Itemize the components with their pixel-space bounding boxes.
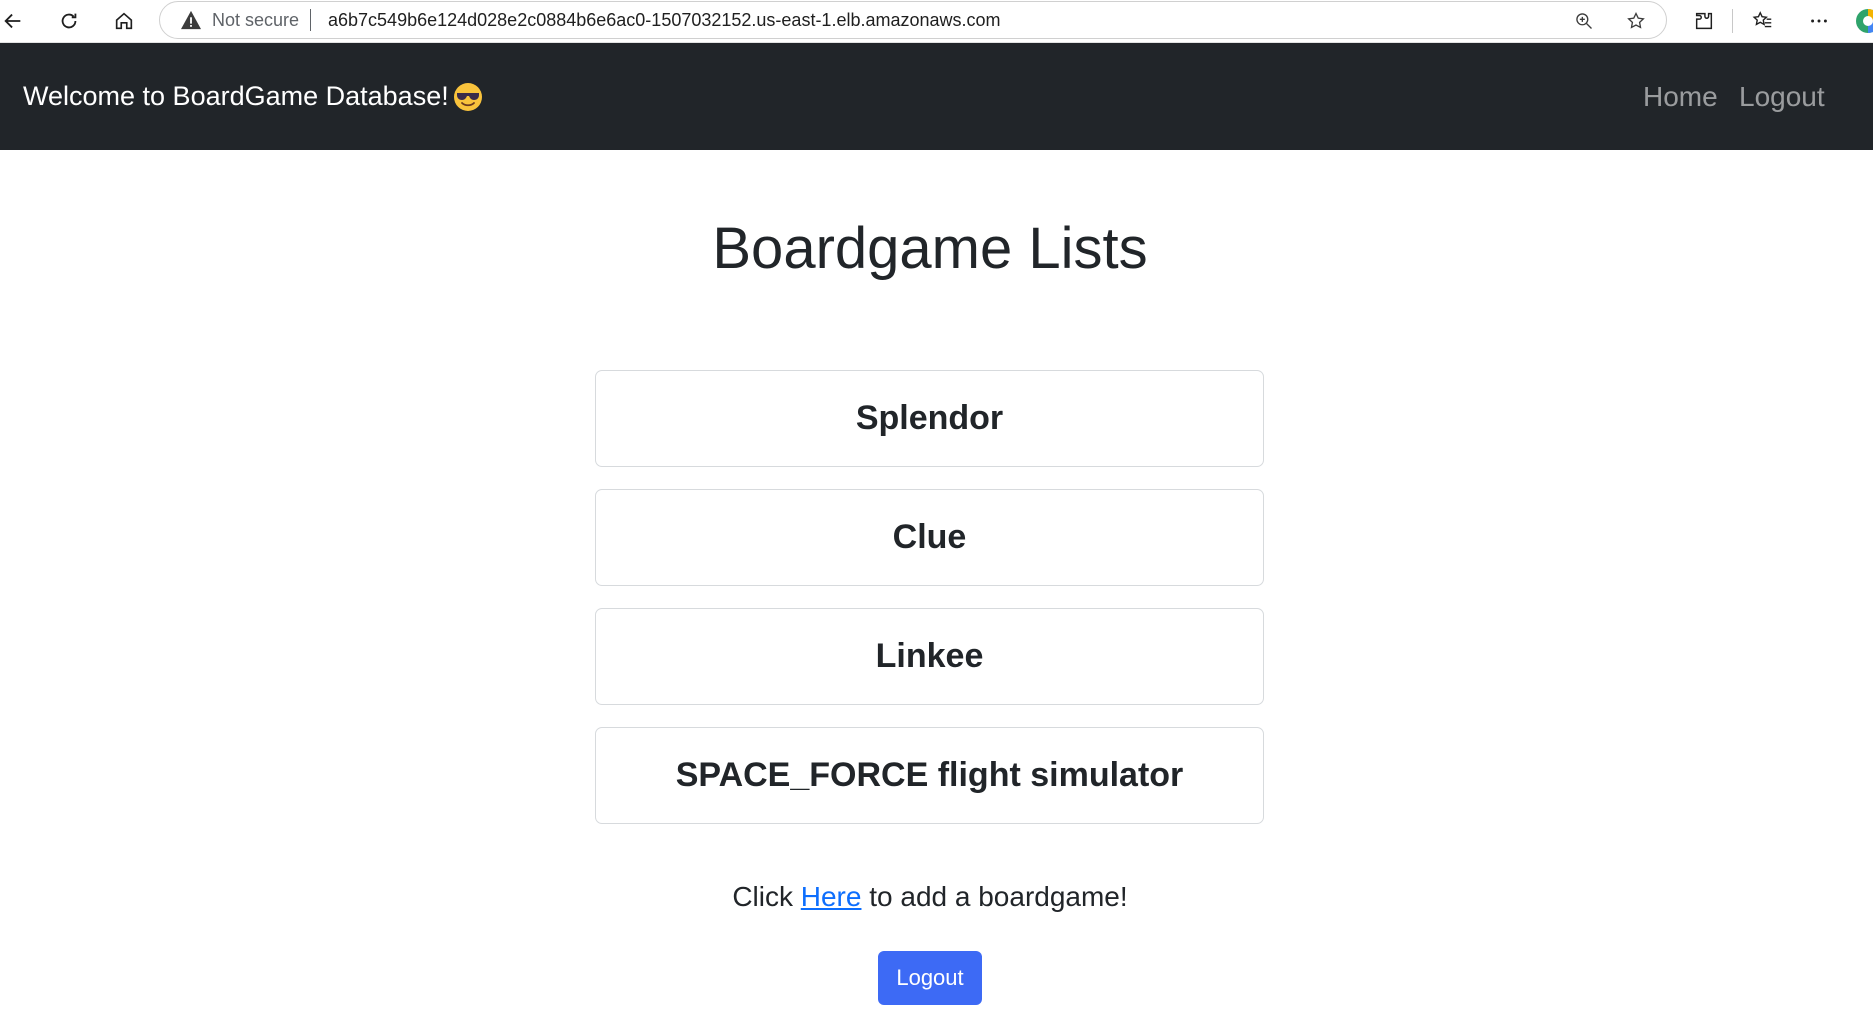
page-title: Boardgame Lists [712, 216, 1148, 281]
add-prefix: Click [732, 881, 801, 912]
favorites-icon[interactable] [1746, 4, 1780, 38]
game-card[interactable]: Clue [595, 489, 1264, 586]
game-list: Splendor Clue Linkee SPACE_FORCE flight … [595, 370, 1264, 846]
browser-toolbar: Not secure a6b7c549b6e124d028e2c0884b6e6… [0, 0, 1873, 43]
star-icon[interactable] [1623, 8, 1649, 34]
warning-icon[interactable] [180, 10, 202, 30]
zoom-icon[interactable] [1571, 8, 1597, 34]
sunglasses-face-icon [453, 82, 482, 111]
nav-logout-link[interactable]: Logout [1739, 81, 1825, 113]
game-card[interactable]: Linkee [595, 608, 1264, 705]
refresh-icon[interactable] [52, 4, 86, 38]
game-card[interactable]: SPACE_FORCE flight simulator [595, 727, 1264, 824]
navbar-brand[interactable]: Welcome to BoardGame Database! [23, 81, 483, 112]
game-card[interactable]: Splendor [595, 370, 1264, 467]
game-name: Splendor [855, 399, 1004, 437]
edge-logo-icon[interactable] [1855, 8, 1873, 34]
address-bar[interactable]: Not secure a6b7c549b6e124d028e2c0884b6e6… [159, 1, 1667, 39]
game-name: Clue [892, 518, 967, 556]
url-text[interactable]: a6b7c549b6e124d028e2c0884b6e6ac0-1507032… [328, 10, 1001, 31]
nav-home-link[interactable]: Home [1643, 81, 1718, 113]
logout-button[interactable]: Logout [878, 951, 982, 1005]
game-name: SPACE_FORCE flight simulator [675, 756, 1184, 794]
home-icon[interactable] [107, 4, 141, 38]
toolbar-separator [1732, 9, 1733, 33]
security-label[interactable]: Not secure [212, 10, 299, 31]
extensions-icon[interactable] [1687, 4, 1721, 38]
add-suffix: to add a boardgame! [861, 881, 1128, 912]
back-arrow-icon[interactable] [0, 4, 30, 38]
more-icon[interactable] [1802, 4, 1836, 38]
navbar: Welcome to BoardGame Database! Home Logo… [0, 43, 1873, 150]
address-separator [310, 9, 311, 31]
game-name: Linkee [875, 637, 984, 675]
brand-text: Welcome to BoardGame Database! [23, 81, 449, 111]
add-boardgame-link[interactable]: Here [801, 881, 862, 912]
add-boardgame-text: Click Here to add a boardgame! [0, 881, 1860, 913]
